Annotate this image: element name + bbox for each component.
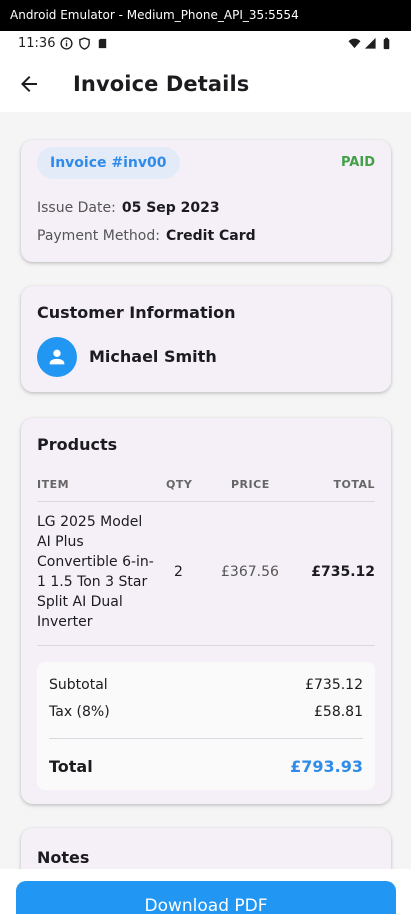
column-header-qty: QTY bbox=[166, 478, 193, 491]
column-header-item: ITEM bbox=[37, 478, 70, 491]
total-value: £793.93 bbox=[290, 757, 363, 776]
notes-section-title: Notes bbox=[37, 848, 90, 867]
back-button[interactable] bbox=[1, 56, 57, 112]
header-divider bbox=[37, 501, 375, 502]
subtotal-value: £735.12 bbox=[305, 677, 363, 693]
battery-icon bbox=[383, 37, 390, 49]
info-icon bbox=[60, 36, 74, 50]
products-section-title: Products bbox=[37, 435, 118, 454]
issue-date-value: 05 Sep 2023 bbox=[121, 200, 220, 216]
payment-method-value: Credit Card bbox=[165, 228, 256, 244]
signal-icon bbox=[364, 37, 376, 49]
tax-value: £58.81 bbox=[314, 704, 363, 720]
tax-label: Tax (8%) bbox=[49, 704, 110, 720]
download-pdf-button[interactable]: Download PDF bbox=[16, 881, 396, 914]
avatar bbox=[37, 337, 77, 377]
issue-date-label: Issue Date: bbox=[37, 200, 116, 216]
customer-section-title: Customer Information bbox=[37, 303, 236, 322]
page-title: Invoice Details bbox=[73, 71, 250, 96]
row-divider bbox=[37, 645, 375, 646]
product-price: £367.56 bbox=[221, 564, 279, 580]
payment-method-row: Payment Method: Credit Card bbox=[37, 228, 256, 244]
product-total: £735.12 bbox=[311, 564, 375, 580]
status-bar: 11:36 bbox=[0, 31, 411, 55]
status-badge: PAID bbox=[340, 155, 375, 170]
payment-method-label: Payment Method: bbox=[37, 228, 160, 244]
products-card: Products ITEM QTY PRICE TOTAL LG 2025 Mo… bbox=[21, 418, 391, 804]
totals-divider bbox=[49, 738, 363, 739]
issue-date-row: Issue Date: 05 Sep 2023 bbox=[37, 200, 220, 216]
product-qty: 2 bbox=[174, 564, 183, 580]
totals-summary: Subtotal £735.12 Tax (8%) £58.81 Total £… bbox=[37, 662, 375, 790]
sd-card-icon bbox=[99, 38, 107, 48]
total-label: Total bbox=[49, 757, 93, 776]
customer-card: Customer Information Michael Smith bbox=[21, 286, 391, 392]
column-header-total: TOTAL bbox=[333, 478, 375, 491]
customer-name: Michael Smith bbox=[89, 347, 217, 366]
emulator-title: Android Emulator - Medium_Phone_API_35:5… bbox=[10, 8, 299, 22]
product-item-name: LG 2025 Model AI Plus Convertible 6-in-1… bbox=[37, 514, 154, 630]
wifi-icon bbox=[348, 38, 361, 48]
shield-icon bbox=[79, 36, 91, 50]
person-icon bbox=[49, 349, 65, 365]
app-bar: Invoice Details bbox=[0, 55, 411, 112]
arrow-left-icon bbox=[21, 75, 37, 92]
invoice-number-chip: Invoice #inv00 bbox=[37, 147, 180, 179]
invoice-summary-card: Invoice #inv00 PAID Issue Date: 05 Sep 20… bbox=[21, 140, 391, 262]
status-time: 11:36 bbox=[18, 35, 56, 51]
emulator-title-bar: Android Emulator - Medium_Phone_API_35:5… bbox=[0, 0, 411, 31]
invoice-content-scroll[interactable]: Invoice #inv00 PAID Issue Date: 05 Sep 20… bbox=[0, 112, 411, 914]
subtotal-label: Subtotal bbox=[49, 677, 108, 693]
column-header-price: PRICE bbox=[231, 478, 270, 491]
bottom-action-bar: Download PDF bbox=[0, 869, 411, 914]
